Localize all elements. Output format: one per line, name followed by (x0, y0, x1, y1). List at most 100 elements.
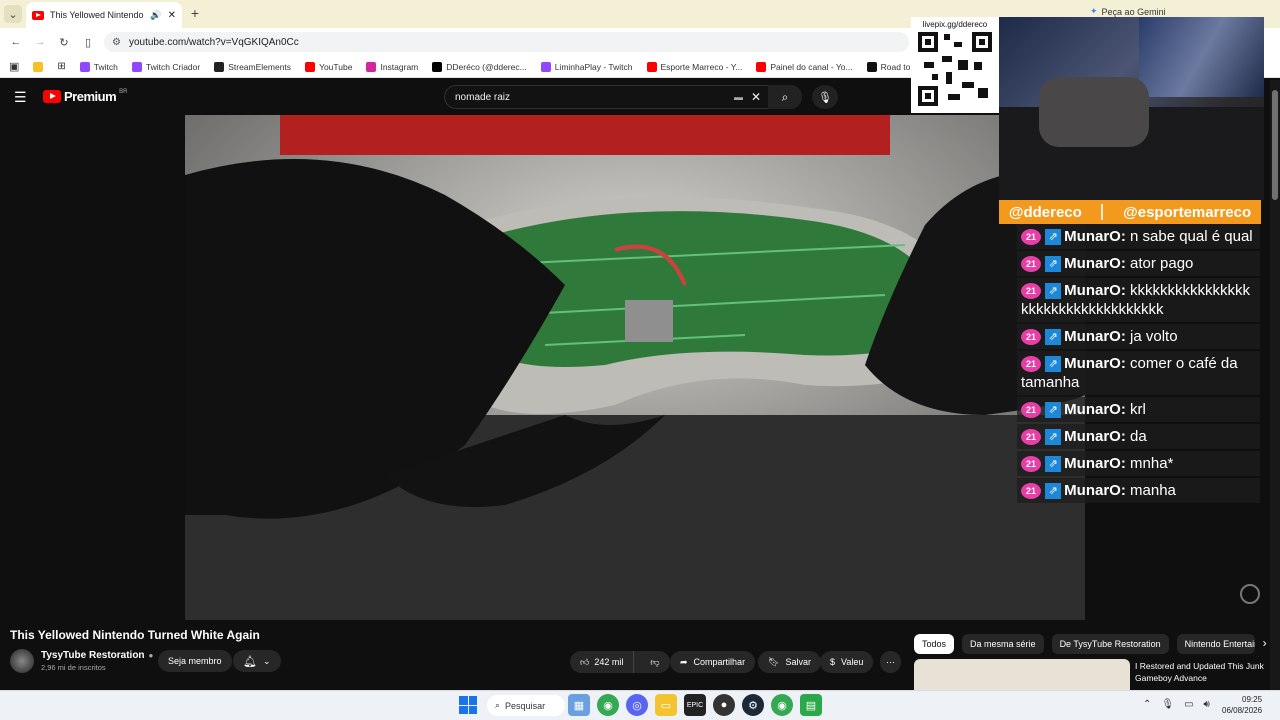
channel-avatar[interactable] (10, 649, 34, 673)
more-actions-button[interactable]: ⋯ (880, 651, 901, 673)
like-button[interactable]: 👍︎ 242 mil (570, 651, 635, 673)
more-icon: ⋯ (886, 656, 895, 667)
bookmark-label: Twitch (93, 61, 118, 72)
steam-icon[interactable]: ⚙ (742, 694, 764, 716)
webcam-overlay (999, 17, 1264, 200)
chrome-profile-icon[interactable]: ◉ (771, 694, 793, 716)
prime-badge-icon: ⇗ (1045, 456, 1062, 473)
bookmark-item[interactable]: Twitch Criador (127, 58, 205, 76)
thumbs-down-icon: 👎︎ (650, 656, 660, 667)
chrome-icon[interactable]: ◉ (597, 694, 619, 716)
hamburger-menu-icon[interactable]: ☰ (14, 89, 27, 106)
related-chips: Todos Da mesma série De TysyTube Restora… (914, 634, 1267, 654)
spotify-icon[interactable]: ▤ (800, 694, 822, 716)
chat-text: mnha* (1130, 455, 1174, 472)
taskbar-search-label: Pesquisar (505, 700, 546, 711)
save-button[interactable]: 🔖︎ Salvar (758, 651, 821, 673)
gemini-button[interactable]: ✦ Peça ao Gemini (1090, 6, 1166, 17)
save-label: Salvar (785, 657, 811, 667)
search-input[interactable]: nomade raiz ▬ ✕ (444, 85, 802, 109)
subscriber-badge-icon: 21 (1021, 229, 1041, 246)
bookmark-item[interactable]: Instagram (361, 58, 423, 76)
reload-icon[interactable]: ↻ (56, 34, 72, 50)
chip-nintendo[interactable]: Nintendo Entertain (1176, 634, 1255, 654)
mic-tray-icon[interactable]: 🎙︎ (1161, 699, 1174, 710)
scrollbar-thumb[interactable] (1272, 90, 1278, 200)
chat-text: krl (1130, 401, 1146, 418)
chevron-up-icon[interactable]: ⌃ (1143, 699, 1151, 710)
share-button[interactable]: ➦ Compartilhar (670, 651, 756, 673)
recommendation-thumbnail[interactable] (914, 659, 1130, 690)
discord-icon[interactable]: ◎ (626, 694, 648, 716)
bookmark-item[interactable]: StreamElements (209, 58, 296, 76)
chat-text: da (1130, 428, 1147, 445)
volume-icon[interactable]: 🔊︎ (1204, 699, 1210, 710)
bookmark-folder-icon[interactable] (28, 58, 48, 76)
voice-search-button[interactable]: 🎙 (812, 85, 838, 109)
chat-message: 21 ⇗ MunarO: n sabe qual é qual (1017, 224, 1260, 249)
subscriber-badge-icon: 21 (1021, 483, 1041, 500)
join-label: Seja membro (168, 656, 222, 666)
join-button[interactable]: Seja membro (158, 650, 232, 672)
grid-icon[interactable]: ⊞ (52, 58, 70, 76)
channel-watermark-icon[interactable] (1240, 584, 1260, 604)
task-view-icon[interactable]: ▦ (568, 694, 590, 716)
chat-message: 21 ⇗ MunarO: da (1017, 424, 1260, 449)
page-scrollbar[interactable] (1270, 80, 1280, 690)
search-button[interactable]: ⌕ (768, 85, 802, 109)
clock[interactable]: 09:25 06/08/2026 (1222, 694, 1262, 716)
taskbar-search[interactable]: ⌕ Pesquisar (487, 695, 565, 716)
speaker-icon[interactable]: 🔊 (150, 10, 161, 21)
prime-badge-icon: ⇗ (1045, 429, 1062, 446)
clock-time: 09:25 (1242, 695, 1263, 704)
subscriber-badge-icon: 21 (1021, 456, 1041, 473)
prime-badge-icon: ⇗ (1045, 483, 1062, 500)
tab-close-icon[interactable]: ✕ (168, 10, 176, 21)
thanks-button[interactable]: $ Valeu (820, 651, 874, 673)
bookmark-item[interactable]: Painel do canal - Yo... (751, 58, 857, 76)
recommendation-title[interactable]: I Restored and Updated This Junk Gameboy… (1135, 660, 1265, 684)
site-info-icon[interactable]: ⚙ (112, 37, 121, 48)
dislike-button[interactable]: 👎︎ (640, 651, 669, 673)
bookmark-item[interactable]: DDeréco (@dderec... (427, 58, 531, 76)
windows-start-icon[interactable] (459, 696, 477, 714)
subscriber-badge-icon: 21 (1021, 429, 1041, 446)
chevron-right-icon[interactable]: › (1263, 634, 1267, 654)
youtube-logo[interactable]: Premium BR (43, 89, 127, 104)
video-frame (185, 115, 1085, 620)
bookmark-item[interactable]: Twitch (75, 58, 123, 76)
bell-icon: 🔔︎ (243, 655, 257, 668)
epic-games-icon[interactable]: EPIC (684, 694, 706, 716)
keyboard-icon[interactable]: ▬ (734, 92, 743, 102)
livepix-qr-panel: livepix.gg/ddereco (911, 17, 999, 113)
side-panel-icon[interactable]: ▯ (80, 34, 96, 50)
apps-icon[interactable]: ▣ (4, 58, 24, 76)
file-explorer-icon[interactable]: ▭ (655, 694, 677, 716)
search-icon: ⌕ (781, 89, 789, 104)
chat-message: 21 ⇗ MunarO: kkkkkkkkkkkkkkkkkkkkkkkkkkkk… (1017, 278, 1260, 322)
bookmark-item[interactable]: Esporte Marreco - Y... (642, 58, 748, 76)
handle-label: @ddereco (1008, 203, 1082, 221)
chip-series[interactable]: Da mesma série (962, 634, 1044, 654)
chat-text: ja volto (1130, 328, 1178, 345)
browser-tab[interactable]: This Yellowed Nintendo Tu 🔊 ✕ (26, 2, 182, 28)
chat-username: MunarO: (1064, 482, 1126, 499)
video-player[interactable] (185, 115, 1085, 620)
bookmark-item[interactable]: LiminhaPlay - Twitch (536, 58, 638, 76)
bookmark-item[interactable]: YouTube (300, 58, 357, 76)
network-icon[interactable]: ▭ (1184, 699, 1193, 710)
system-tray: ⌃ 🎙︎ ▭ 🔊︎ (1143, 699, 1210, 710)
obs-icon[interactable]: ● (713, 694, 735, 716)
new-tab-icon[interactable]: + (188, 5, 202, 21)
clear-search-icon[interactable]: ✕ (751, 90, 761, 104)
back-icon[interactable]: ← (8, 34, 24, 50)
subscriber-badge-icon: 21 (1021, 329, 1041, 346)
clock-date: 06/08/2026 (1222, 706, 1263, 715)
chip-all[interactable]: Todos (914, 634, 955, 654)
forward-icon[interactable]: → (32, 34, 48, 50)
tab-search-icon[interactable]: ⌄ (4, 5, 22, 23)
channel-name[interactable]: TysyTube Restoration ● (41, 650, 153, 661)
address-bar[interactable]: ⚙ youtube.com/watch?v=VqGKIQAn0Cc (104, 32, 909, 52)
notifications-button[interactable]: 🔔︎ ⌄ (233, 650, 281, 672)
chip-channel[interactable]: De TysyTube Restoration (1051, 634, 1169, 654)
